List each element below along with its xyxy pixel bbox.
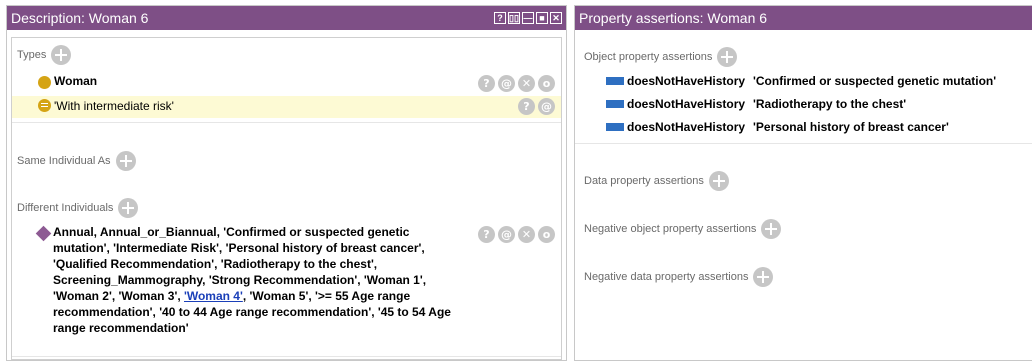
assertion-value: 'Personal history of breast cancer' [753,120,949,134]
object-property-icon [606,100,624,108]
property-assertions-body: Object property assertions doesNotHaveHi… [575,31,1032,360]
equivalent-class-icon [38,99,51,112]
add-negative-data-property-button[interactable] [753,267,774,287]
assertion-property: doesNotHaveHistory [627,120,746,134]
close-button[interactable]: ✕ [550,12,562,24]
edit-icon[interactable]: o [538,226,555,243]
maximize-button[interactable]: ■ [536,12,548,24]
object-property-icon [606,77,624,85]
different-individuals-list: Annual, Annual_or_Biannual, 'Confirmed o… [53,225,451,335]
add-same-individual-button[interactable] [115,151,136,171]
negative-data-property-section: Negative data property assertions [584,267,774,287]
divider [575,143,1032,144]
object-property-section: Object property assertions [584,47,738,67]
negative-data-property-label: Negative data property assertions [584,271,749,283]
window-controls: ? ▯▯ — ■ ✕ [494,12,562,24]
different-individuals-label: Different Individuals [17,202,114,214]
negative-object-property-section: Negative object property assertions [584,219,782,239]
add-data-property-button[interactable] [708,171,729,191]
property-assertions-titlebar: Property assertions: Woman 6 [575,6,1032,30]
property-assertions-title: Property assertions: Woman 6 [579,10,768,26]
annotate-icon[interactable]: @ [538,98,555,115]
add-type-button[interactable] [51,45,72,65]
same-individual-label: Same Individual As [17,155,111,167]
type-label: Woman [54,74,98,88]
description-panel: Description: Woman 6 ? ▯▯ — ■ ✕ Types Wo… [6,5,567,361]
assertion-property: doesNotHaveHistory [627,97,746,111]
negative-object-property-label: Negative object property assertions [584,223,757,235]
types-section: Types [17,45,72,65]
class-icon [38,76,51,89]
assertion-value: 'Confirmed or suspected genetic mutation… [753,74,997,88]
help-icon[interactable]: ? [478,75,495,92]
types-label: Types [17,49,47,61]
assertion-row[interactable]: doesNotHaveHistory 'Radiotherapy to the … [575,97,1032,115]
data-property-section: Data property assertions [584,171,729,191]
assertion-value: 'Radiotherapy to the chest' [753,97,907,111]
row-actions: ? @ [518,98,555,115]
type-label: 'With intermediate risk' [54,99,174,113]
description-title: Description: Woman 6 [11,10,149,26]
individual-icon [35,225,52,242]
description-body: Types Woman ? @ ✕ o 'With intermediate r… [11,37,562,360]
description-titlebar: Description: Woman 6 ? ▯▯ — ■ ✕ [7,6,566,30]
row-actions: ? @ ✕ o [478,75,555,92]
data-property-label: Data property assertions [584,175,704,187]
help-icon[interactable]: ? [518,98,535,115]
minimize-button[interactable]: — [522,12,534,24]
type-row-intermediate-risk[interactable]: 'With intermediate risk' ? @ [12,96,561,118]
object-property-icon [606,123,624,131]
different-individuals-section: Different Individuals [17,198,139,218]
different-individuals-row[interactable]: Annual, Annual_or_Biannual, 'Confirmed o… [12,224,561,336]
delete-icon[interactable]: ✕ [518,75,535,92]
split-view-button[interactable]: ▯▯ [508,12,520,24]
divider [12,356,561,357]
assertion-property: doesNotHaveHistory [627,74,746,88]
object-property-label: Object property assertions [584,51,713,63]
woman-4-link[interactable]: 'Woman 4' [184,289,243,303]
annotate-icon[interactable]: @ [498,226,515,243]
same-individual-section: Same Individual As [17,151,136,171]
help-icon[interactable]: ? [478,226,495,243]
edit-icon[interactable]: o [538,75,555,92]
add-negative-object-property-button[interactable] [761,219,782,239]
annotate-icon[interactable]: @ [498,75,515,92]
help-window-button[interactable]: ? [494,12,506,24]
row-actions: ? @ ✕ o [478,226,555,243]
assertion-row[interactable]: doesNotHaveHistory 'Personal history of … [575,120,1032,138]
type-row-woman[interactable]: Woman ? @ ✕ o [12,74,561,94]
delete-icon[interactable]: ✕ [518,226,535,243]
property-assertions-panel: Property assertions: Woman 6 Object prop… [574,5,1032,361]
add-object-property-button[interactable] [717,47,738,67]
assertion-row[interactable]: doesNotHaveHistory 'Confirmed or suspect… [575,74,1032,92]
divider [12,122,561,123]
add-different-individual-button[interactable] [118,198,139,218]
